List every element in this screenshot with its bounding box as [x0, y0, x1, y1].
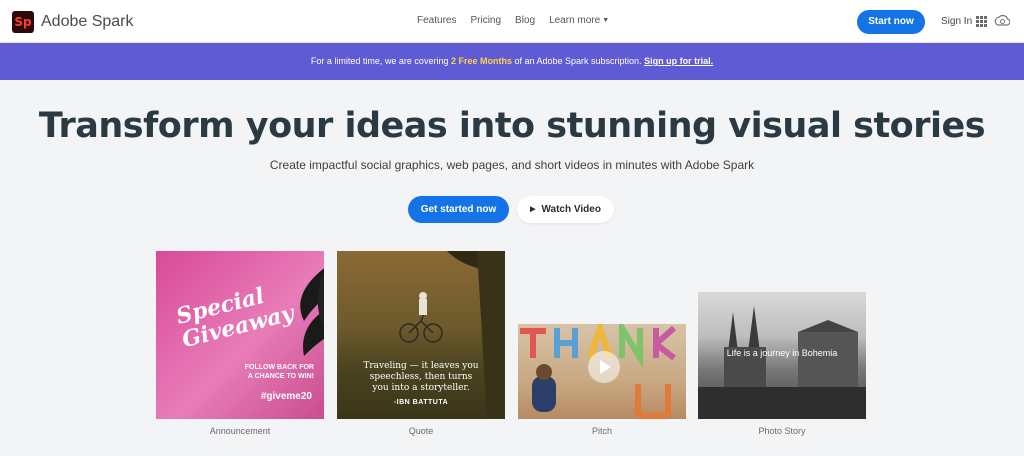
- watch-video-label: Watch Video: [541, 204, 601, 215]
- announcement-small-1: FOLLOW BACK FOR: [244, 364, 314, 371]
- announcement-label[interactable]: Announcement: [156, 426, 324, 436]
- quote-line-1: Traveling — it leaves you: [363, 361, 479, 371]
- spark-logo-icon: Sp: [12, 11, 34, 33]
- announcement-hashtag: #giveme20: [260, 391, 312, 402]
- start-now-button[interactable]: Start now: [857, 10, 925, 34]
- chevron-down-icon: ▼: [602, 17, 610, 24]
- adobe-spark-logo[interactable]: Sp Adobe Spark: [12, 11, 134, 33]
- quote-card[interactable]: Traveling — it leaves you speechless, th…: [337, 251, 505, 419]
- nav-learn-more[interactable]: Learn more ▼: [549, 15, 609, 26]
- banner-text-before: For a limited time, we are covering: [310, 56, 451, 66]
- hero-title: Transform your ideas into stunning visua…: [38, 106, 986, 146]
- get-started-button[interactable]: Get started now: [408, 196, 509, 223]
- nav-learn-more-label: Learn more: [549, 15, 601, 26]
- pitch-card[interactable]: [518, 324, 686, 419]
- banner-highlight: 2 Free Months: [450, 56, 512, 66]
- nav-blog[interactable]: Blog: [515, 15, 535, 26]
- top-header: Sp Adobe Spark Features Pricing Blog Lea…: [0, 0, 1024, 43]
- banner-text-after: of an Adobe Spark subscription.: [511, 56, 645, 66]
- quote-text: Traveling — it leaves you speechless, th…: [337, 361, 505, 394]
- photo-story-card[interactable]: Life is a journey in Bohemia: [698, 292, 866, 419]
- announcement-card[interactable]: Special Giveaway FOLLOW BACK FOR A CHANC…: [156, 251, 324, 419]
- quote-author: -IBN BATTUTA: [393, 399, 449, 406]
- main-nav: Features Pricing Blog Learn more ▼: [417, 15, 623, 26]
- promo-banner: For a limited time, we are covering 2 Fr…: [0, 43, 1024, 80]
- creative-cloud-icon[interactable]: [994, 14, 1010, 28]
- sign-in-link[interactable]: Sign In: [941, 16, 972, 27]
- announcement-small-2: A CHANCE TO WIN!: [247, 373, 314, 380]
- nav-features[interactable]: Features: [417, 15, 456, 26]
- apps-grid-icon[interactable]: [976, 16, 987, 27]
- quote-label[interactable]: Quote: [337, 426, 505, 436]
- nav-pricing[interactable]: Pricing: [470, 15, 501, 26]
- sign-up-trial-link[interactable]: Sign up for trial.: [644, 56, 713, 66]
- logo-text: Adobe Spark: [41, 13, 134, 30]
- photo-story-label[interactable]: Photo Story: [698, 426, 866, 436]
- pitch-label[interactable]: Pitch: [518, 426, 686, 436]
- quote-line-2: speechless, then turns: [369, 372, 473, 382]
- play-icon: ▶: [530, 206, 536, 213]
- quote-line-3: you into a storyteller.: [372, 383, 470, 393]
- watch-video-button[interactable]: ▶ Watch Video: [517, 196, 614, 223]
- announcement-subtext: FOLLOW BACK FOR A CHANCE TO WIN!: [245, 363, 314, 381]
- play-video-icon[interactable]: [588, 351, 620, 383]
- hero-subtitle: Create impactful social graphics, web pa…: [269, 158, 755, 172]
- photo-story-title: Life is a journey in Bohemia: [726, 348, 838, 358]
